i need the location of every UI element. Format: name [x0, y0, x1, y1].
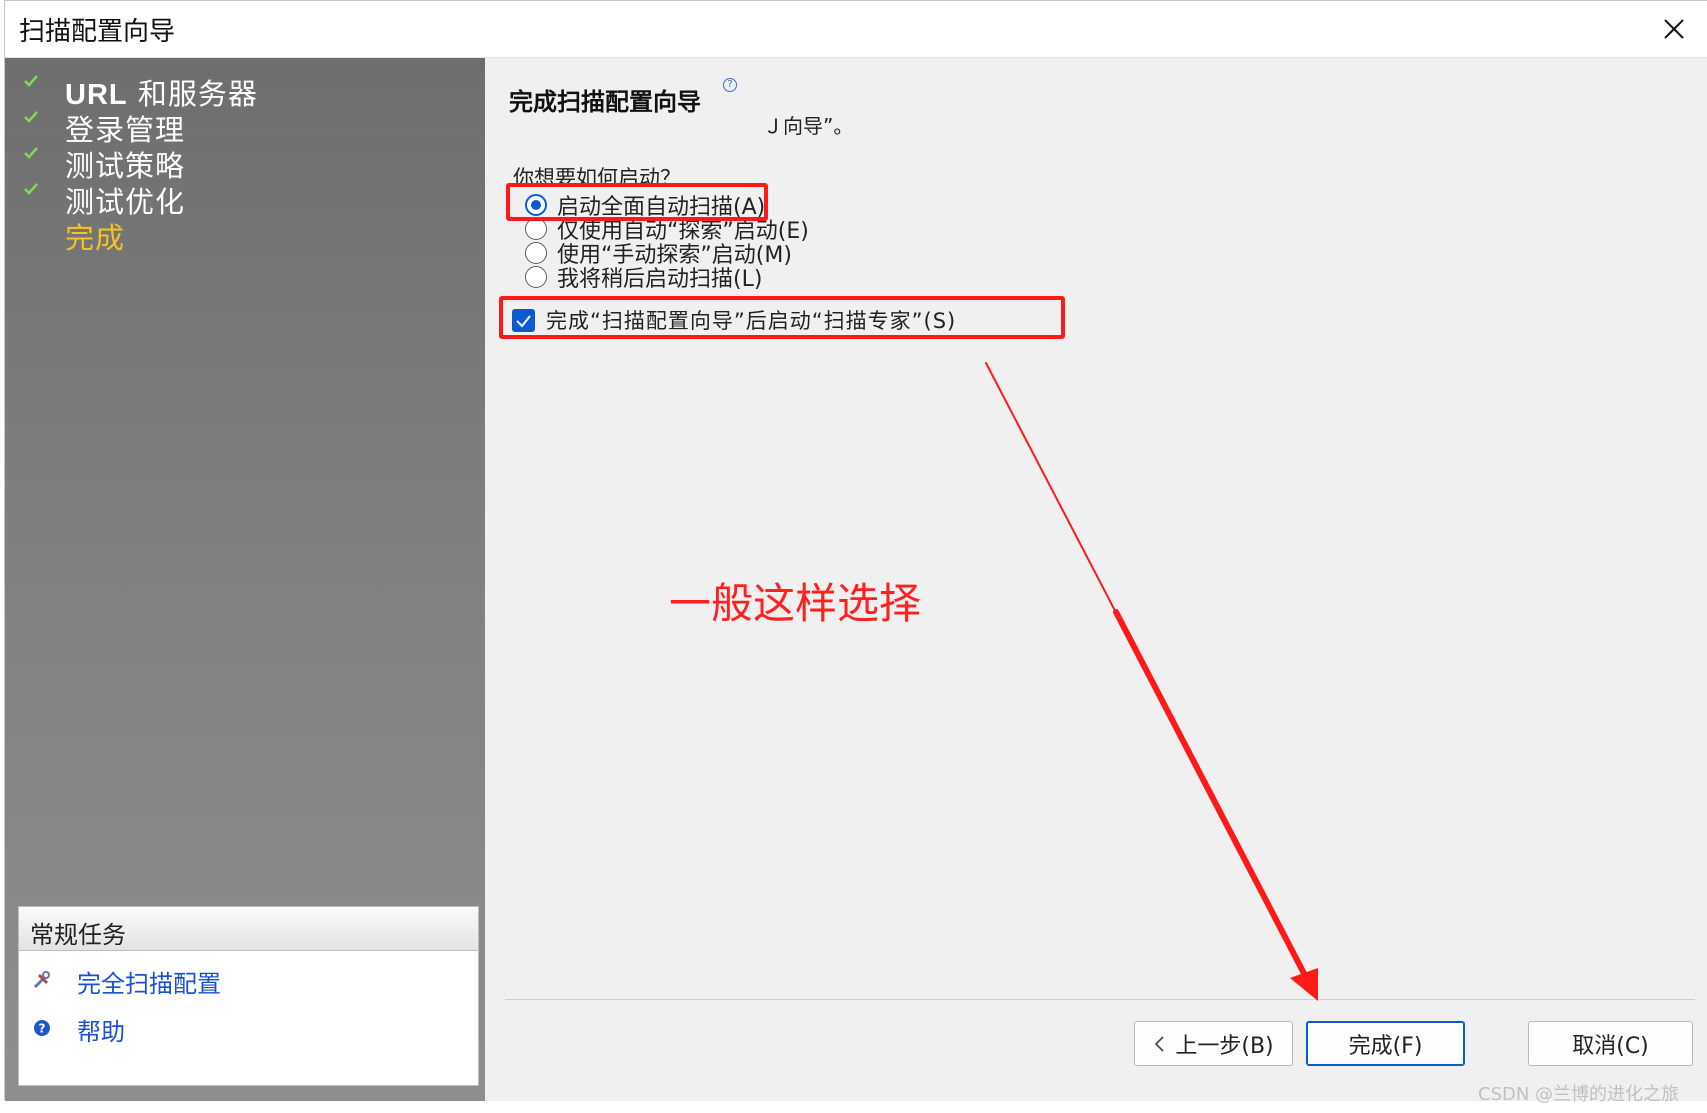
watermark: CSDN @兰博的进化之旅: [1478, 1084, 1680, 1105]
tasks-header-label: 常规任务: [30, 921, 126, 949]
highlight-box-checkbox: [499, 296, 1065, 339]
common-tasks-panel: 常规任务 完全扫描配置 ? 帮助: [18, 906, 479, 1086]
cancel-button-label: 取消(C): [1572, 1033, 1649, 1059]
chevron-left-icon: [1155, 1035, 1164, 1052]
close-icon: [1664, 19, 1684, 39]
window-title: 扫描配置向导: [19, 17, 176, 47]
button-separator: [505, 999, 1695, 1000]
task-full-scan-config[interactable]: 完全扫描配置: [19, 963, 478, 998]
task-help[interactable]: ? 帮助: [19, 1011, 478, 1046]
tools-icon: [33, 971, 50, 989]
svg-text:?: ?: [39, 1022, 46, 1036]
finish-button[interactable]: 完成(F): [1306, 1021, 1465, 1066]
radio-dot[interactable]: [525, 218, 547, 240]
annotation-text: 一般这样选择: [669, 579, 922, 628]
check-icon: [24, 147, 38, 159]
cancel-button[interactable]: 取消(C): [1528, 1021, 1693, 1066]
task-label: 完全扫描配置: [77, 970, 221, 998]
back-button[interactable]: 上一步(B): [1134, 1021, 1293, 1066]
step-test-policy: 测试策略: [5, 143, 485, 183]
wizard-window: 扫描配置向导 URL 和服务器 登录管理 测试策略 测试优化 完成 常规任务 完…: [4, 0, 1707, 1101]
check-icon: [24, 183, 38, 195]
radio-label: 我将稍后启动扫描(L): [557, 267, 763, 292]
check-icon: [24, 111, 38, 123]
step-url-server: URL 和服务器: [5, 71, 485, 111]
radio-start-later[interactable]: 我将稍后启动扫描(L): [525, 264, 1045, 292]
description-fragment: Ｊ向导”。: [763, 114, 854, 138]
page-title: 完成扫描配置向导: [509, 88, 701, 116]
back-button-label: 上一步(B): [1175, 1033, 1274, 1059]
help-icon: ?: [34, 1020, 50, 1036]
step-label: 和服务器: [137, 77, 258, 111]
title-bar: 扫描配置向导: [5, 1, 1707, 58]
radio-dot[interactable]: [525, 266, 547, 288]
step-label: 完成: [65, 221, 126, 255]
content-panel: 完成扫描配置向导 ? Ｊ向导”。 你想要如何启动？ 启动全面自动扫描(A) 仅使…: [485, 58, 1707, 1101]
tasks-header: 常规任务: [19, 907, 478, 951]
radio-dot[interactable]: [525, 242, 547, 264]
step-test-optimization: 测试优化: [5, 179, 485, 219]
highlight-box-radio: [506, 183, 768, 221]
steps-panel: URL 和服务器 登录管理 测试策略 测试优化 完成 常规任务 完全扫描配置 ?…: [5, 58, 485, 1101]
finish-button-label: 完成(F): [1348, 1033, 1423, 1059]
check-icon: [24, 75, 38, 87]
close-button[interactable]: [1654, 9, 1694, 49]
step-login: 登录管理: [5, 107, 485, 147]
help-question-icon[interactable]: ?: [723, 78, 737, 92]
step-finish: 完成: [5, 215, 485, 255]
task-label: 帮助: [77, 1018, 125, 1046]
